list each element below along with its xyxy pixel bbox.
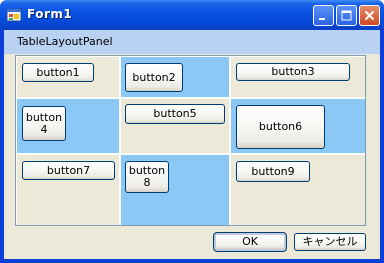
panel-label: TableLayoutPanel <box>4 30 380 54</box>
button7[interactable]: button7 <box>22 161 115 180</box>
ok-button[interactable]: OK <box>213 232 287 252</box>
grid-cell: button9 <box>231 155 365 225</box>
title-bar[interactable]: Form1 <box>0 0 384 30</box>
form-window: Form1 TableLayoutPanel button1 button2 b… <box>0 0 384 263</box>
grid-cell: button3 <box>231 57 365 97</box>
grid-cell: button6 <box>231 99 365 153</box>
minimize-icon <box>319 18 325 20</box>
button9[interactable]: button9 <box>236 161 310 182</box>
cancel-button[interactable]: キャンセル <box>294 233 366 251</box>
grid-cell: button2 <box>121 57 229 97</box>
grid-cell: button 8 <box>121 155 229 225</box>
grid-cell: button5 <box>121 99 229 153</box>
button1[interactable]: button1 <box>22 63 94 82</box>
client-area: TableLayoutPanel button1 button2 button3… <box>4 30 380 259</box>
button4[interactable]: button 4 <box>22 106 66 141</box>
table-layout-panel: button1 button2 button3 button 4 button5… <box>15 55 366 226</box>
grid-cell: button7 <box>17 155 119 225</box>
minimize-button[interactable] <box>313 5 334 26</box>
maximize-icon <box>341 10 352 21</box>
button8[interactable]: button 8 <box>125 161 169 193</box>
form-app-icon[interactable] <box>6 7 22 23</box>
button5[interactable]: button5 <box>125 104 225 124</box>
button2[interactable]: button2 <box>125 63 183 92</box>
window-title: Form1 <box>27 7 73 21</box>
close-icon <box>365 11 374 20</box>
button6[interactable]: button6 <box>236 105 325 149</box>
grid-cell: button 4 <box>17 99 119 153</box>
maximize-button[interactable] <box>336 5 357 26</box>
close-button[interactable] <box>359 5 380 26</box>
grid-cell: button1 <box>17 57 119 97</box>
button3[interactable]: button3 <box>236 63 350 81</box>
